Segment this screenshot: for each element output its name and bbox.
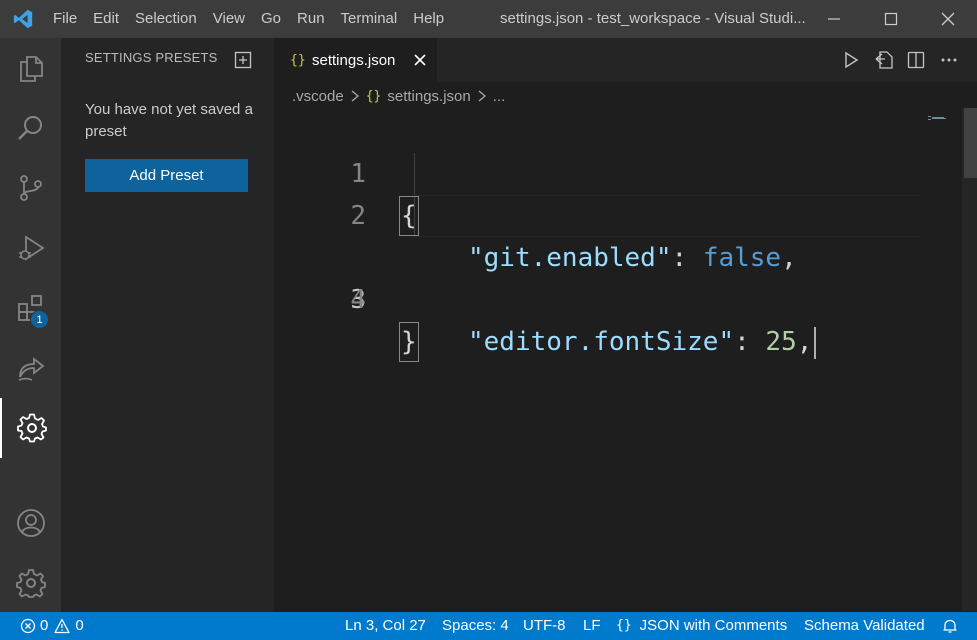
- open-settings-ui-button[interactable]: [872, 48, 896, 72]
- chevron-right-icon: [350, 90, 360, 102]
- warning-count: 0: [75, 617, 84, 634]
- notifications-button[interactable]: [942, 612, 958, 640]
- close-window-button[interactable]: [919, 0, 977, 38]
- json-comma: ,: [796, 327, 813, 357]
- tabs-bar: {} settings.json: [274, 38, 977, 82]
- menu-help[interactable]: Help: [405, 0, 452, 38]
- code-editor[interactable]: 1 { 2 "git.enabled": false, 3 "editor.fo…: [274, 111, 964, 611]
- menu-terminal[interactable]: Terminal: [333, 0, 406, 38]
- split-editor-button[interactable]: [904, 48, 928, 72]
- close-icon: [414, 54, 426, 66]
- chevron-right-icon: [477, 90, 487, 102]
- ellipsis-icon: [941, 58, 957, 62]
- status-bar: 0 0 Ln 3, Col 27 Spaces: 4 UTF-8 LF {} J…: [0, 612, 977, 640]
- breadcrumb: .vscode {} settings.json ...: [292, 85, 505, 107]
- remote-share-button[interactable]: [0, 338, 61, 398]
- vertical-scrollbar[interactable]: [962, 108, 977, 611]
- error-icon: [20, 618, 36, 634]
- error-count: 0: [40, 617, 49, 634]
- run-debug-button[interactable]: [0, 218, 61, 278]
- settings-presets-button[interactable]: [0, 398, 61, 458]
- account-icon: [16, 509, 45, 537]
- bell-icon: [943, 619, 957, 633]
- play-icon: [845, 51, 859, 69]
- menu-selection[interactable]: Selection: [127, 0, 205, 38]
- remote-share-icon: [18, 357, 44, 381]
- code-line-current: 3 "editor.fontSize": 25,: [274, 195, 964, 359]
- explorer-button[interactable]: [0, 38, 61, 98]
- search-button[interactable]: [0, 98, 61, 158]
- current-line-highlight: [414, 195, 920, 237]
- json-key: "editor.fontSize": [468, 327, 735, 357]
- extensions-badge: 1: [30, 310, 49, 329]
- cursor-position[interactable]: Ln 3, Col 27: [345, 612, 426, 640]
- encoding-status[interactable]: UTF-8: [523, 612, 566, 640]
- breadcrumb-more[interactable]: ...: [493, 88, 506, 105]
- manage-button[interactable]: [0, 553, 61, 613]
- json-colon: :: [734, 327, 766, 357]
- json-language-icon: {}: [616, 618, 632, 633]
- maximize-icon: [884, 12, 898, 26]
- new-preset-button[interactable]: [233, 50, 253, 70]
- json-file-icon: {}: [365, 88, 382, 104]
- explorer-icon: [19, 56, 43, 82]
- more-actions-button[interactable]: [937, 48, 961, 72]
- account-button[interactable]: [0, 493, 61, 553]
- split-editor-icon: [907, 51, 925, 69]
- breadcrumb-folder[interactable]: .vscode: [292, 88, 344, 105]
- tab-settings-json[interactable]: {} settings.json: [274, 38, 437, 82]
- run-debug-icon: [18, 235, 45, 261]
- maximize-button[interactable]: [862, 0, 920, 38]
- window-title: settings.json - test_workspace - Visual …: [500, 10, 806, 27]
- side-bar: SETTINGS PRESETS You have not yet saved …: [61, 38, 274, 612]
- search-icon: [17, 116, 42, 140]
- no-preset-message: You have not yet saved a preset: [85, 101, 253, 140]
- extensions-button[interactable]: 1: [0, 278, 61, 338]
- minimize-icon: [828, 18, 840, 20]
- menu-go[interactable]: Go: [253, 0, 289, 38]
- activity-bar: 1: [0, 38, 61, 612]
- language-mode[interactable]: {} JSON with Comments: [616, 612, 787, 640]
- code-line: 1 {: [274, 111, 964, 236]
- json-file-icon: {}: [290, 52, 306, 68]
- close-brace: }: [399, 322, 419, 362]
- tab-label: settings.json: [312, 51, 396, 69]
- code-line: 4 }: [274, 237, 964, 362]
- warning-icon: [54, 618, 70, 634]
- add-square-icon: [234, 51, 252, 69]
- menu-run[interactable]: Run: [289, 0, 333, 38]
- eol-status[interactable]: LF: [583, 612, 601, 640]
- tab-close-button[interactable]: [410, 50, 430, 70]
- menu-file[interactable]: File: [45, 0, 85, 38]
- code-line: 2 "git.enabled": false,: [274, 153, 964, 273]
- editor-group: {} settings.json .vscode {} settings.jso…: [274, 38, 977, 612]
- schema-status[interactable]: Schema Validated: [804, 612, 925, 640]
- open-file-icon: [875, 51, 893, 69]
- scrollbar-thumb[interactable]: [964, 108, 977, 178]
- title-bar: File Edit Selection View Go Run Terminal…: [0, 0, 977, 38]
- line-number: 4: [350, 285, 366, 315]
- source-control-button[interactable]: [0, 158, 61, 218]
- settings-presets-icon: [16, 413, 47, 443]
- run-button[interactable]: [839, 48, 863, 72]
- add-preset-button[interactable]: Add Preset: [85, 159, 248, 192]
- menu-edit[interactable]: Edit: [85, 0, 127, 38]
- problems-status[interactable]: 0 0: [20, 612, 84, 640]
- manage-gear-icon: [15, 569, 46, 598]
- language-label: JSON with Comments: [639, 617, 788, 634]
- sidebar-title: SETTINGS PRESETS: [85, 50, 218, 65]
- vscode-logo-icon: [0, 0, 45, 38]
- minimize-button[interactable]: [805, 0, 863, 38]
- breadcrumb-file[interactable]: settings.json: [387, 88, 470, 105]
- close-icon: [941, 12, 955, 26]
- source-control-icon: [19, 175, 42, 201]
- json-value: 25: [765, 327, 797, 357]
- menu-bar: File Edit Selection View Go Run Terminal…: [45, 0, 452, 38]
- indentation-status[interactable]: Spaces: 4: [442, 612, 509, 640]
- text-cursor: [814, 326, 817, 359]
- menu-view[interactable]: View: [205, 0, 253, 38]
